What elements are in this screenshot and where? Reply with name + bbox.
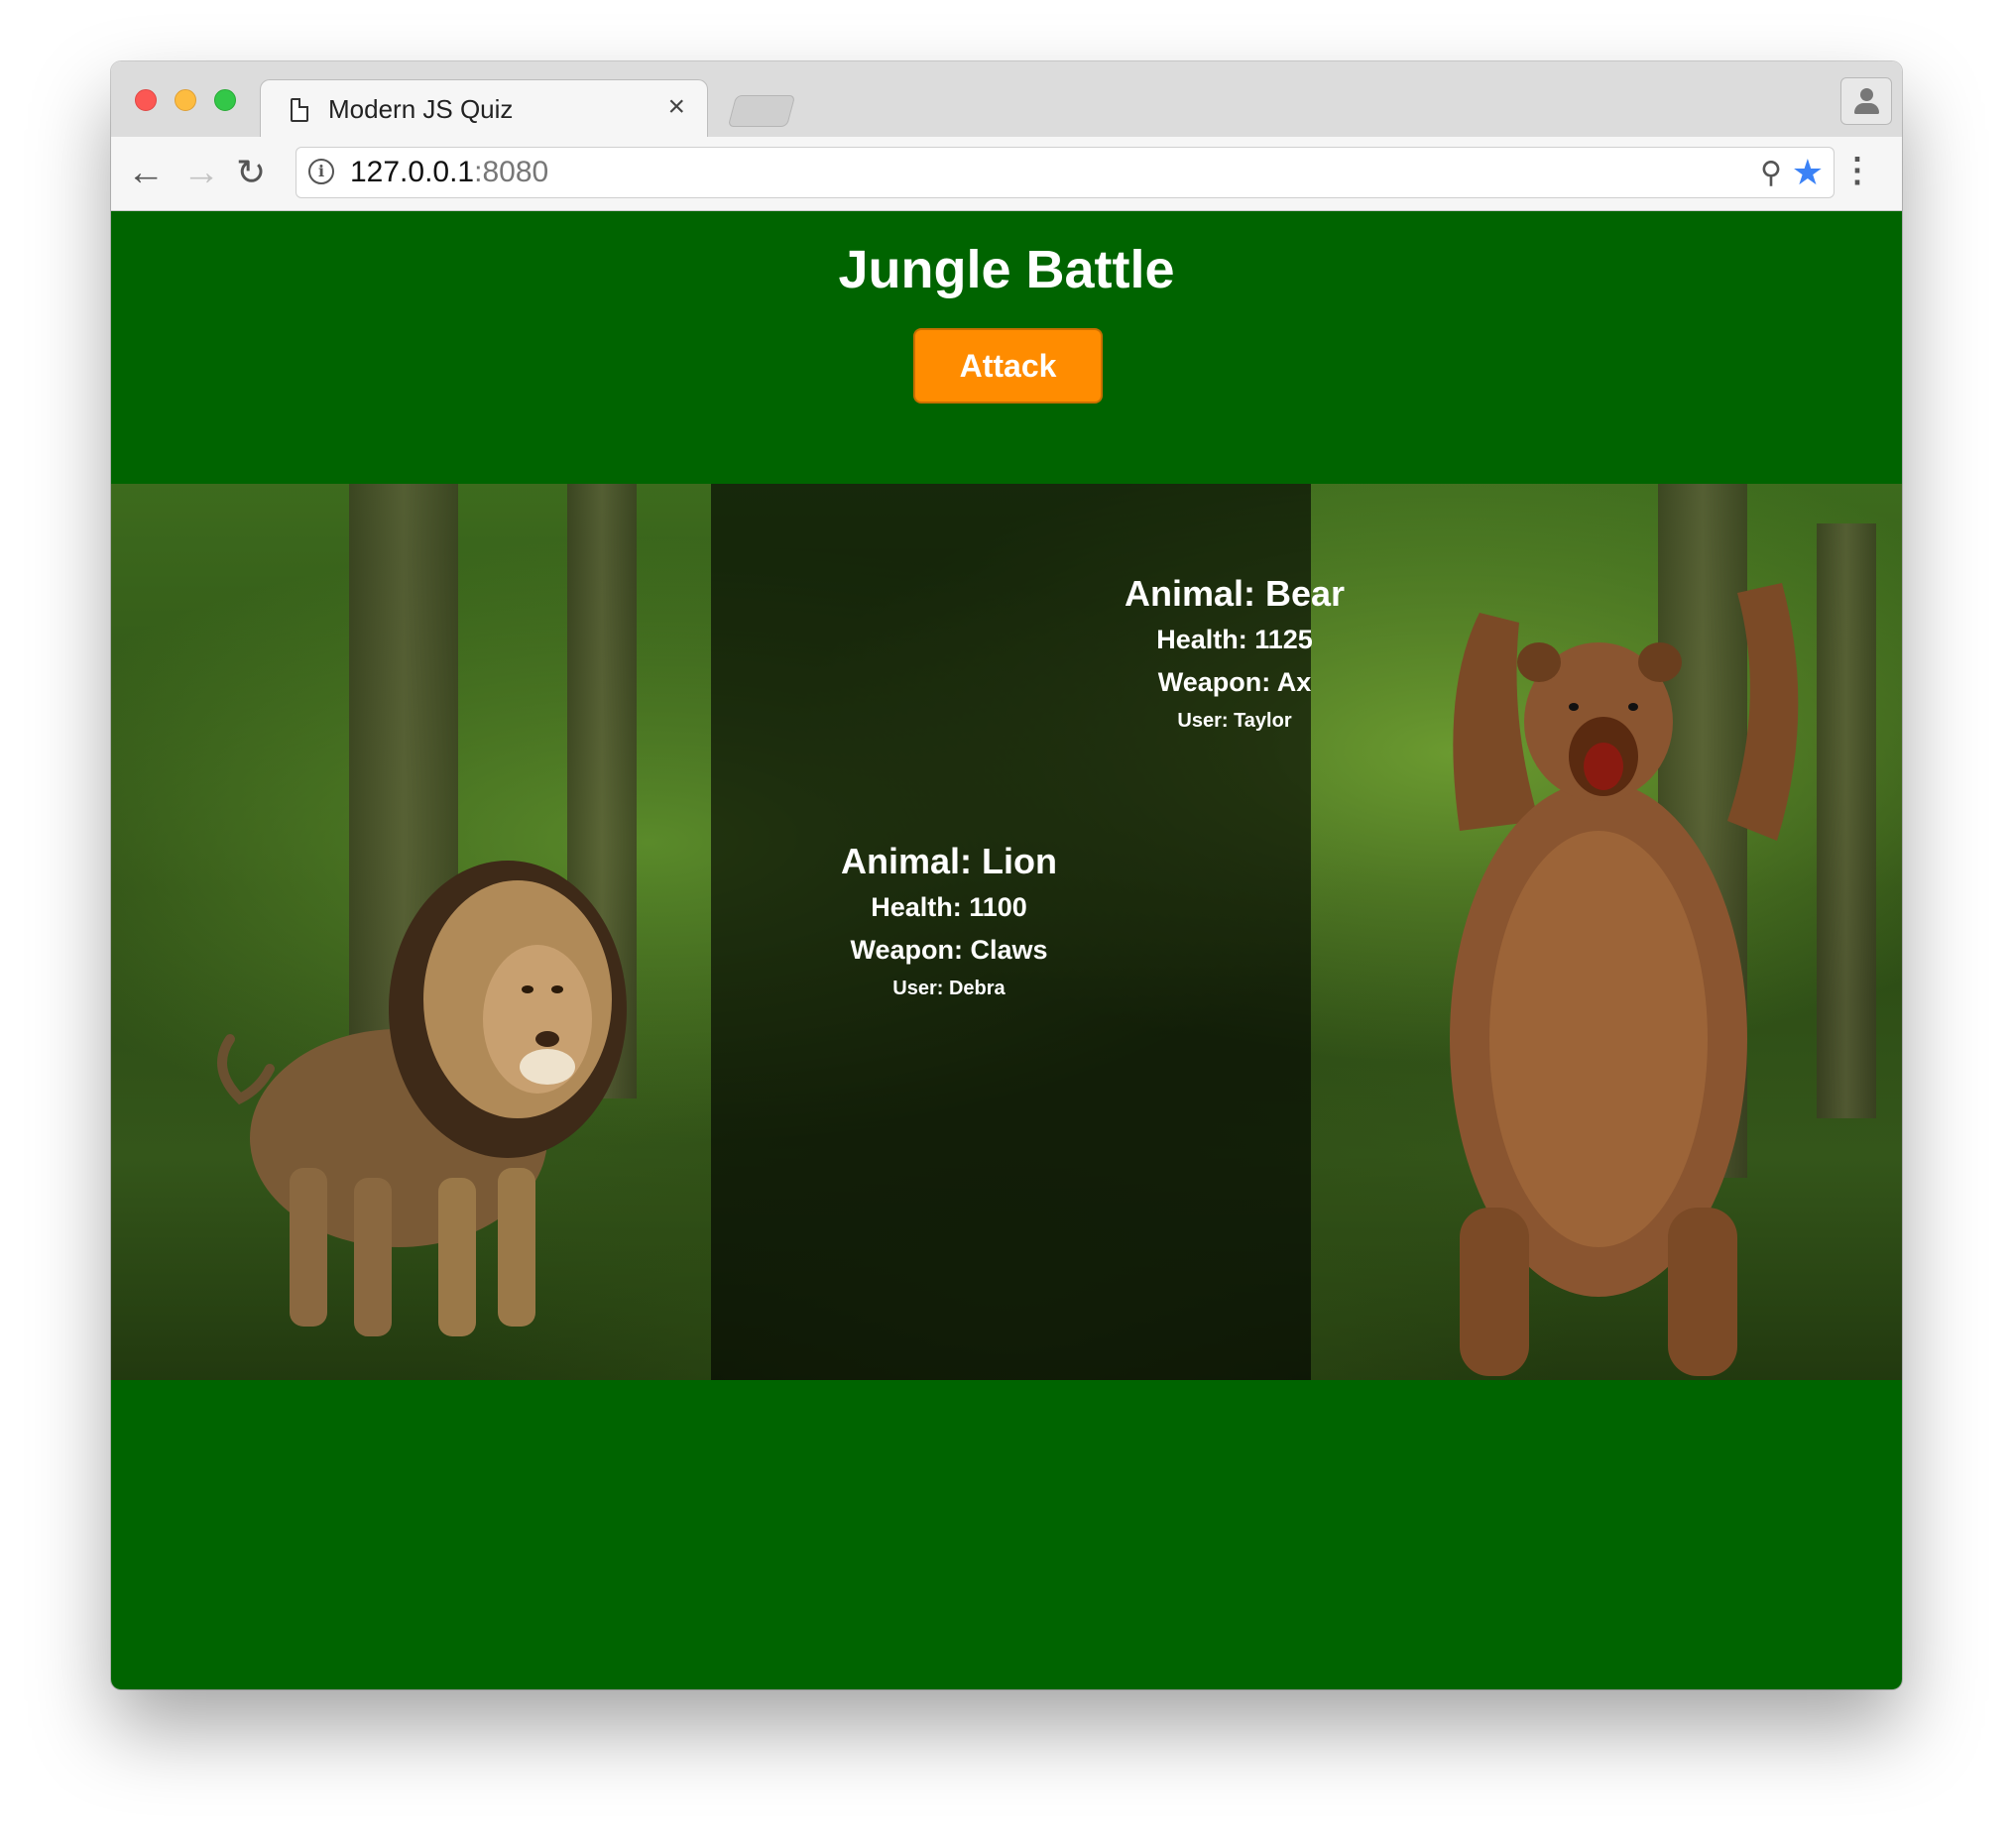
attack-button[interactable]: Attack xyxy=(913,328,1103,404)
browser-toolbar: ← → ↻ i 127.0.0.1:8080 ⚲ ★ ⋮ xyxy=(111,137,1902,211)
lion-image xyxy=(217,861,627,1336)
kebab-menu-icon[interactable]: ⋮ xyxy=(1840,151,1874,190)
zoom-window-button[interactable] xyxy=(214,89,236,111)
page-body: Jungle Battle Attack Animal: Lion Health… xyxy=(111,211,1902,1689)
tab-title: Modern JS Quiz xyxy=(328,94,514,124)
address-bar[interactable]: i 127.0.0.1:8080 ⚲ ★ xyxy=(296,147,1835,198)
bear-stats: Animal: Bear Health: 1125 Weapon: Ax Use… xyxy=(1026,573,1443,1380)
window-controls xyxy=(135,89,236,111)
info-icon[interactable]: i xyxy=(308,159,334,184)
reload-icon[interactable]: ↻ xyxy=(236,151,266,194)
bear-weapon: Weapon: Ax xyxy=(1157,667,1312,697)
arrow-right-icon[interactable]: → xyxy=(182,151,220,194)
profile-icon[interactable] xyxy=(1840,77,1892,125)
battle-arena: Animal: Lion Health: 1100 Weapon: Claws … xyxy=(111,484,1902,1380)
page-icon xyxy=(291,98,308,122)
bear-animal: Animal: Bear xyxy=(1124,573,1346,614)
bear-health: Health: 1125 xyxy=(1156,625,1313,654)
star-icon[interactable]: ★ xyxy=(1792,152,1824,193)
tab-active[interactable]: Modern JS Quiz × xyxy=(260,79,708,140)
tab-close-icon[interactable]: × xyxy=(667,90,685,124)
minimize-window-button[interactable] xyxy=(175,89,196,111)
tab-strip: Modern JS Quiz × xyxy=(111,61,1902,140)
arrow-left-icon[interactable]: ← xyxy=(127,151,165,194)
page-title: Jungle Battle xyxy=(838,240,1175,299)
new-tab-button[interactable] xyxy=(727,95,796,127)
stats-panel: Animal: Lion Health: 1100 Weapon: Claws … xyxy=(711,484,1345,1380)
close-window-button[interactable] xyxy=(135,89,157,111)
bear-image xyxy=(1450,583,1799,1376)
zoom-out-icon[interactable]: ⚲ xyxy=(1760,156,1782,190)
url-text[interactable]: 127.0.0.1:8080 xyxy=(350,156,548,189)
browser-window: Modern JS Quiz × ← → ↻ i 127.0.0.1:8080 … xyxy=(111,61,1902,1689)
bear-user: User: Taylor xyxy=(1177,710,1292,732)
